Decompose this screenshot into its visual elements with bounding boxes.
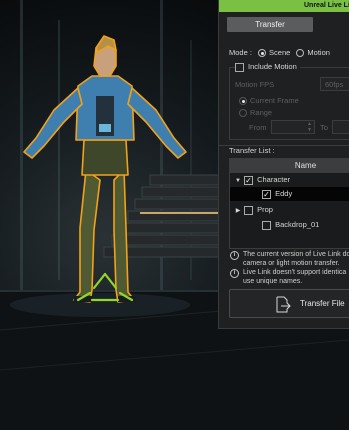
list-header-name[interactable]: Name: [230, 159, 349, 173]
range-radio[interactable]: Range: [239, 108, 272, 118]
transfer-list-label: Transfer List :: [229, 146, 275, 155]
expand-arrow-right-icon[interactable]: ▶: [234, 204, 242, 218]
mode-motion-radio[interactable]: Motion: [296, 48, 330, 58]
radio-unchecked-icon: [239, 109, 247, 118]
mode-scene-label: Scene: [269, 48, 291, 57]
checkbox-icon: [235, 62, 244, 72]
spin-down-icon: ▼: [307, 127, 312, 133]
tab-bar: Transfer: [219, 12, 349, 36]
info-line: camera or light motion transfer.: [243, 260, 340, 267]
include-motion-label: Include Motion: [248, 62, 297, 71]
info-line: The current version of Live Link do: [243, 251, 349, 258]
range-label: Range: [250, 108, 273, 117]
item-label: Eddy: [275, 189, 293, 198]
item-label: Character: [257, 175, 291, 184]
expand-arrow-down-icon[interactable]: ▼: [234, 174, 242, 188]
mode-row: Mode : Scene Motion: [229, 48, 330, 58]
motion-fps-dropdown[interactable]: 60fps: [320, 77, 349, 91]
transfer-file-button[interactable]: Transfer File: [229, 289, 349, 318]
mode-label: Mode :: [229, 48, 252, 57]
info-line: Live Link doesn't support identica: [243, 269, 347, 276]
checkbox-icon[interactable]: [244, 174, 254, 188]
info-text-2: Live Link doesn't support identica use u…: [243, 268, 349, 286]
radio-checked-icon: [239, 97, 247, 106]
panel-title: Unreal Live Link: [219, 0, 349, 12]
checkbox-icon[interactable]: [262, 220, 272, 230]
item-label: Prop: [257, 205, 273, 214]
transfer-list[interactable]: Name ▼ Character Eddy ▶ Prop Backdrop_01: [229, 158, 349, 249]
radio-unchecked-icon: [296, 49, 305, 58]
transfer-file-icon: [276, 296, 291, 313]
transfer-file-label: Transfer File: [300, 299, 345, 308]
mode-motion-label: Motion: [307, 48, 330, 57]
current-frame-radio[interactable]: Current Frame: [239, 96, 299, 106]
motion-fps-value: 60fps: [325, 80, 344, 89]
item-label: Backdrop_01: [275, 220, 320, 229]
mode-scene-radio[interactable]: Scene: [258, 48, 292, 58]
checkbox-icon[interactable]: [262, 188, 272, 202]
motion-fps-label: Motion FPS: [235, 80, 275, 89]
to-label: To: [320, 123, 328, 132]
radio-checked-icon: [258, 49, 267, 58]
list-item-character[interactable]: ▼ Character: [230, 173, 349, 188]
info-text-1: The current version of Live Link do came…: [243, 250, 349, 268]
info-icon: i: [230, 269, 239, 278]
current-frame-label: Current Frame: [250, 96, 299, 105]
list-item-prop[interactable]: ▶ Prop: [230, 203, 349, 217]
from-label: From: [249, 123, 267, 132]
list-item-eddy[interactable]: Eddy: [230, 187, 349, 202]
from-field[interactable]: ▲ ▼: [271, 120, 315, 134]
info-icon: i: [230, 251, 239, 260]
info-line: use unique names.: [243, 278, 303, 285]
include-motion-checkbox[interactable]: Include Motion: [235, 62, 300, 72]
to-field[interactable]: [332, 120, 349, 134]
unreal-live-link-panel: Unreal Live Link Transfer Mode : Scene M…: [218, 0, 349, 329]
tab-transfer[interactable]: Transfer: [227, 17, 313, 32]
list-item-backdrop-01[interactable]: Backdrop_01: [230, 218, 349, 232]
checkbox-icon[interactable]: [244, 205, 254, 215]
